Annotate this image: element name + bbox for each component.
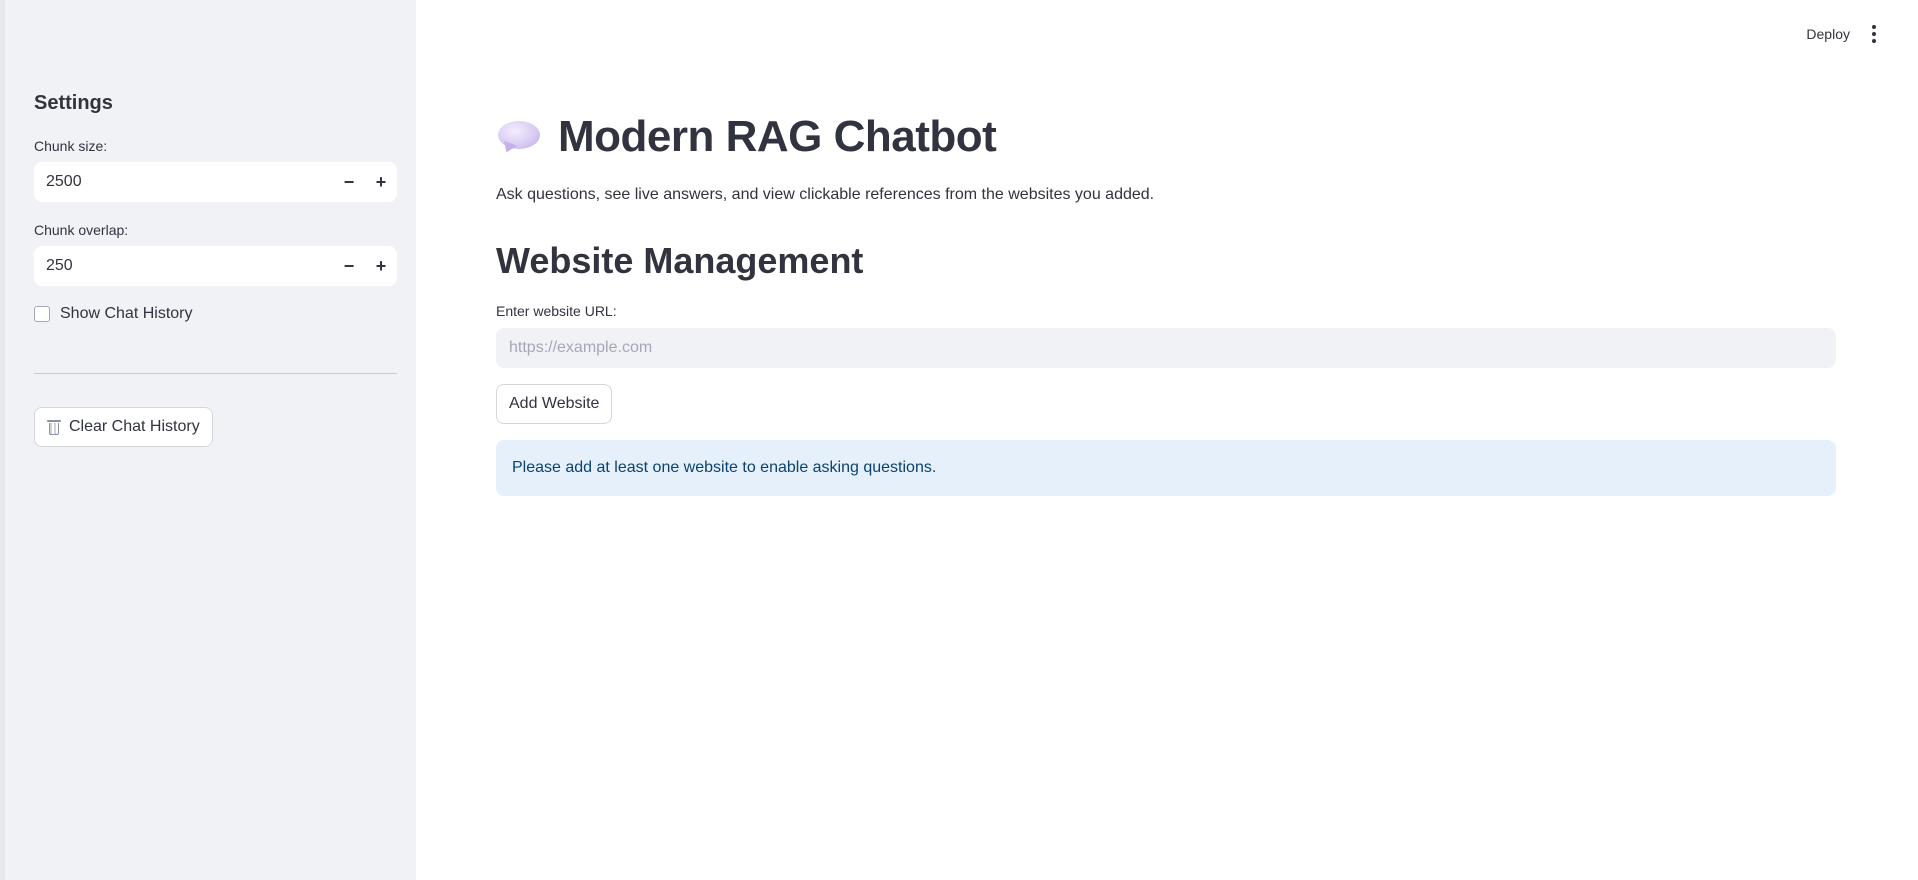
chunk-size-decrement-button[interactable]: −: [333, 162, 365, 202]
chunk-size-label: Chunk size:: [34, 138, 108, 154]
section-title: Website Management: [496, 240, 864, 281]
show-chat-history-checkbox[interactable]: [34, 306, 50, 322]
info-alert: Please add at least one website to enabl…: [496, 440, 1836, 496]
main-content: Deploy Modern RAG Chatbot Ask questions,…: [416, 0, 1918, 880]
chunk-size-input[interactable]: 2500 − +: [34, 162, 397, 202]
chunk-overlap-input[interactable]: 250 − +: [34, 246, 397, 286]
sidebar-divider: [34, 373, 397, 374]
kebab-menu-icon[interactable]: [1864, 24, 1884, 44]
chunk-size-value[interactable]: 2500: [34, 173, 333, 191]
sidebar: Settings Chunk size: 2500 − + Chunk over…: [0, 0, 416, 880]
chunk-overlap-decrement-button[interactable]: −: [333, 246, 365, 286]
url-field-label: Enter website URL:: [496, 303, 617, 319]
deploy-button[interactable]: Deploy: [1806, 26, 1850, 42]
show-chat-history-toggle[interactable]: Show Chat History: [34, 305, 193, 323]
chunk-overlap-value[interactable]: 250: [34, 257, 333, 275]
page-title: Modern RAG Chatbot: [558, 112, 997, 161]
chunk-overlap-label: Chunk overlap:: [34, 222, 129, 238]
clear-chat-history-button[interactable]: Clear Chat History: [34, 407, 213, 447]
wastebasket-icon: [47, 419, 61, 435]
chunk-overlap-increment-button[interactable]: +: [365, 246, 397, 286]
page-header: Modern RAG Chatbot: [496, 112, 997, 162]
show-chat-history-label: Show Chat History: [60, 305, 193, 322]
website-url-input[interactable]: [496, 328, 1836, 368]
clear-chat-history-label: Clear Chat History: [69, 418, 200, 435]
page-subtitle: Ask questions, see live answers, and vie…: [496, 186, 1155, 203]
chunk-size-increment-button[interactable]: +: [365, 162, 397, 202]
info-alert-text: Please add at least one website to enabl…: [512, 459, 937, 476]
speech-balloon-icon: [496, 117, 542, 157]
add-website-button[interactable]: Add Website: [496, 384, 613, 424]
sidebar-title: Settings: [34, 92, 113, 114]
